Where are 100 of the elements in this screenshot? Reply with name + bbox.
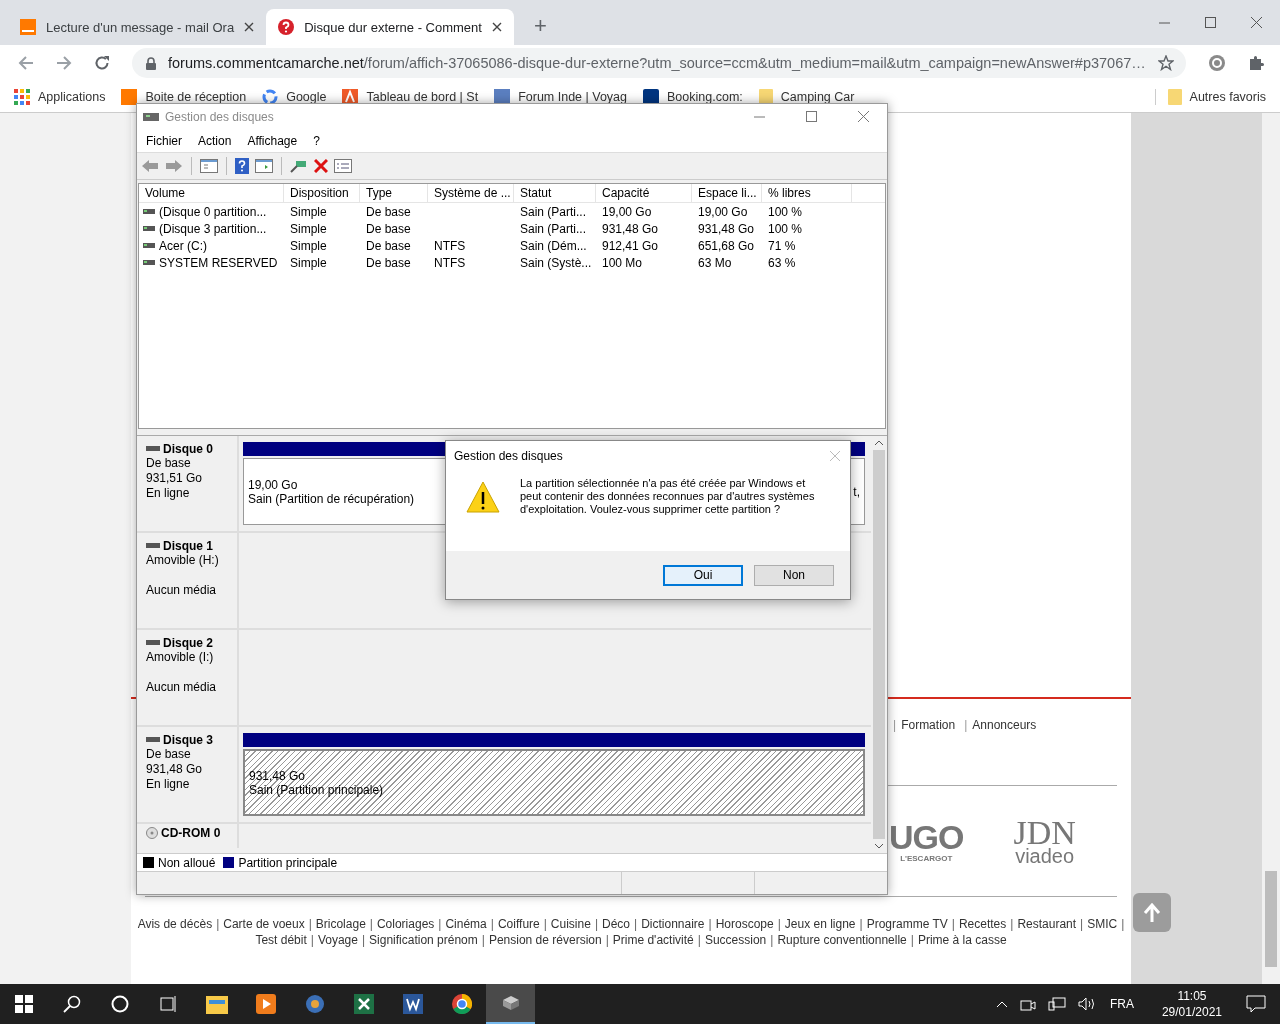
partition-block[interactable]: 931,48 Go Sain (Partition principale) [243, 749, 865, 816]
footer-link[interactable]: Recettes [958, 917, 1007, 931]
app-icon [304, 994, 325, 1014]
dialog-button[interactable]: Oui [663, 564, 743, 586]
scrollbar[interactable] [871, 436, 887, 853]
disk-label-panel[interactable]: CD-ROM 0 [137, 824, 239, 848]
properties-icon[interactable] [334, 159, 352, 173]
bookmark[interactable]: Google [262, 88, 327, 105]
clock[interactable]: 11:05 29/01/2021 [1161, 988, 1222, 1020]
maximize-icon[interactable] [806, 111, 818, 123]
browser-tab[interactable]: Disque dur externe - Comment [266, 9, 514, 45]
back-to-top-button[interactable] [1133, 893, 1171, 932]
footer-link[interactable]: SMIC [1087, 917, 1118, 931]
console-tree-icon[interactable] [200, 158, 218, 174]
start-icon[interactable] [15, 995, 33, 1013]
back-arrow-icon[interactable] [18, 55, 34, 71]
footer-link[interactable]: Bricolage [315, 917, 366, 931]
column-header[interactable]: Disposition [284, 184, 360, 202]
menu-item[interactable]: Action [198, 134, 232, 148]
forward-arrow-icon[interactable] [56, 55, 72, 71]
scroll-up-icon[interactable] [874, 440, 884, 446]
speaker-icon[interactable] [1077, 997, 1096, 1011]
menu-item[interactable]: Fichier [146, 134, 182, 148]
bookmark[interactable]: Booking.com: [643, 88, 743, 105]
footer-link[interactable]: Pension de réversion [488, 933, 602, 947]
language-indicator[interactable]: FRA [1109, 997, 1134, 1011]
footer-link[interactable]: Prime d'activité [612, 933, 694, 947]
dialog-button[interactable]: Non [754, 564, 834, 586]
search-icon[interactable] [63, 995, 81, 1013]
column-header[interactable]: % libres [762, 184, 852, 202]
maximize-icon[interactable] [1205, 16, 1217, 29]
disk-label-panel[interactable]: Disque 2 Amovible (I:) Aucun média [137, 630, 239, 725]
column-header[interactable]: Espace li... [692, 184, 762, 202]
star-icon[interactable] [1157, 55, 1174, 71]
scrollbar[interactable] [1262, 113, 1280, 984]
disk-label-panel[interactable]: Disque 0 De base 931,51 Go En ligne [137, 436, 239, 531]
column-header[interactable]: Système de ... [428, 184, 514, 202]
footer-link[interactable]: Programme TV [866, 917, 948, 931]
reload-icon[interactable] [94, 55, 110, 71]
extension-icon[interactable] [1207, 54, 1226, 72]
notification-icon[interactable] [1246, 995, 1266, 1013]
separator: | [361, 933, 366, 947]
address-bar[interactable]: forums.commentcamarche.net/forum/affich-37065086-disque-dur-externe?utm_source=ccm&utm_medium=mail&utm_campaign=newAnswer#p37067… [132, 48, 1186, 78]
footer-link[interactable]: Avis de décès [137, 917, 213, 931]
network-icon[interactable] [1047, 997, 1066, 1011]
scroll-down-icon[interactable] [874, 843, 884, 849]
delete-icon[interactable] [314, 159, 328, 173]
circle-icon[interactable] [111, 995, 129, 1013]
footer-link[interactable]: Voyage [317, 933, 358, 947]
table-cell[interactable]: (Disque 3 partition... [159, 221, 267, 236]
column-header[interactable]: Capacité [596, 184, 692, 202]
footer-link[interactable]: Coloriages [376, 917, 435, 931]
column-header[interactable]: Volume [139, 184, 284, 202]
bookmark[interactable]: Autres favoris [1154, 88, 1266, 105]
separator: | [490, 917, 494, 931]
close-icon[interactable] [244, 22, 255, 32]
column-header[interactable]: Statut [514, 184, 596, 202]
browser-tab[interactable]: Lecture d'un message - mail Ora [8, 9, 267, 45]
bookmark[interactable]: Boite de réception [121, 88, 247, 105]
footer-link[interactable]: Succession [704, 933, 767, 947]
footer-link[interactable]: Rupture conventionnelle [777, 933, 907, 947]
footer-link[interactable]: Cinéma [445, 917, 487, 931]
footer-link[interactable]: Cuisine [550, 917, 591, 931]
footer-link[interactable]: Horoscope [715, 917, 774, 931]
chevron-up-icon[interactable] [995, 1000, 1008, 1008]
logo[interactable]: JDN viadeo [1013, 816, 1076, 866]
footer-link[interactable]: Restaurant [1017, 917, 1077, 931]
table-cell[interactable]: Acer (C:) [159, 238, 207, 253]
footer-link[interactable]: Carte de voeux [223, 917, 305, 931]
table-cell[interactable]: SYSTEM RESERVED [159, 255, 278, 270]
plug-icon[interactable] [290, 158, 308, 174]
new-tab-button[interactable]: + [527, 13, 553, 39]
footer-link[interactable]: Prime à la casse [917, 933, 1007, 947]
disk-label-panel[interactable]: Disque 3 De base 931,48 Go En ligne [137, 727, 239, 822]
puzzle-icon[interactable] [1247, 55, 1264, 71]
partition-status: Sain (Partition principale) [249, 782, 384, 797]
camera-icon[interactable] [1019, 997, 1036, 1011]
footer-link[interactable]: Test débit [255, 933, 307, 947]
close-icon[interactable] [491, 22, 502, 32]
table-cell[interactable]: (Disque 0 partition... [159, 204, 267, 219]
logo[interactable]: UGO L'ESCARGOT [889, 819, 964, 863]
help-icon[interactable] [235, 158, 249, 174]
footer-link[interactable]: Jeux en ligne [784, 917, 856, 931]
column-header[interactable]: Type [360, 184, 428, 202]
footer-link[interactable]: Coiffure [497, 917, 540, 931]
menu-item[interactable]: ? [313, 134, 320, 148]
disk-label-panel[interactable]: Disque 1 Amovible (H:) Aucun média [137, 533, 239, 628]
task-view-icon[interactable] [159, 995, 177, 1013]
disk-size: 931,48 Go [146, 762, 204, 777]
action-pane-icon[interactable] [255, 158, 273, 174]
footer-link[interactable]: Dictionnaire [641, 917, 705, 931]
close-icon[interactable] [858, 111, 870, 123]
footer-link[interactable]: Déco [602, 917, 631, 931]
bookmark[interactable]: Applications [14, 88, 106, 105]
menu-item[interactable]: Affichage [247, 134, 298, 148]
footer-link[interactable]: Annonceurs [972, 718, 1037, 732]
bookmark[interactable]: Camping Car [758, 88, 855, 105]
footer-link[interactable]: Formation [901, 718, 956, 732]
footer-link[interactable]: Signification prénom [369, 933, 478, 947]
close-icon[interactable] [1251, 16, 1263, 29]
